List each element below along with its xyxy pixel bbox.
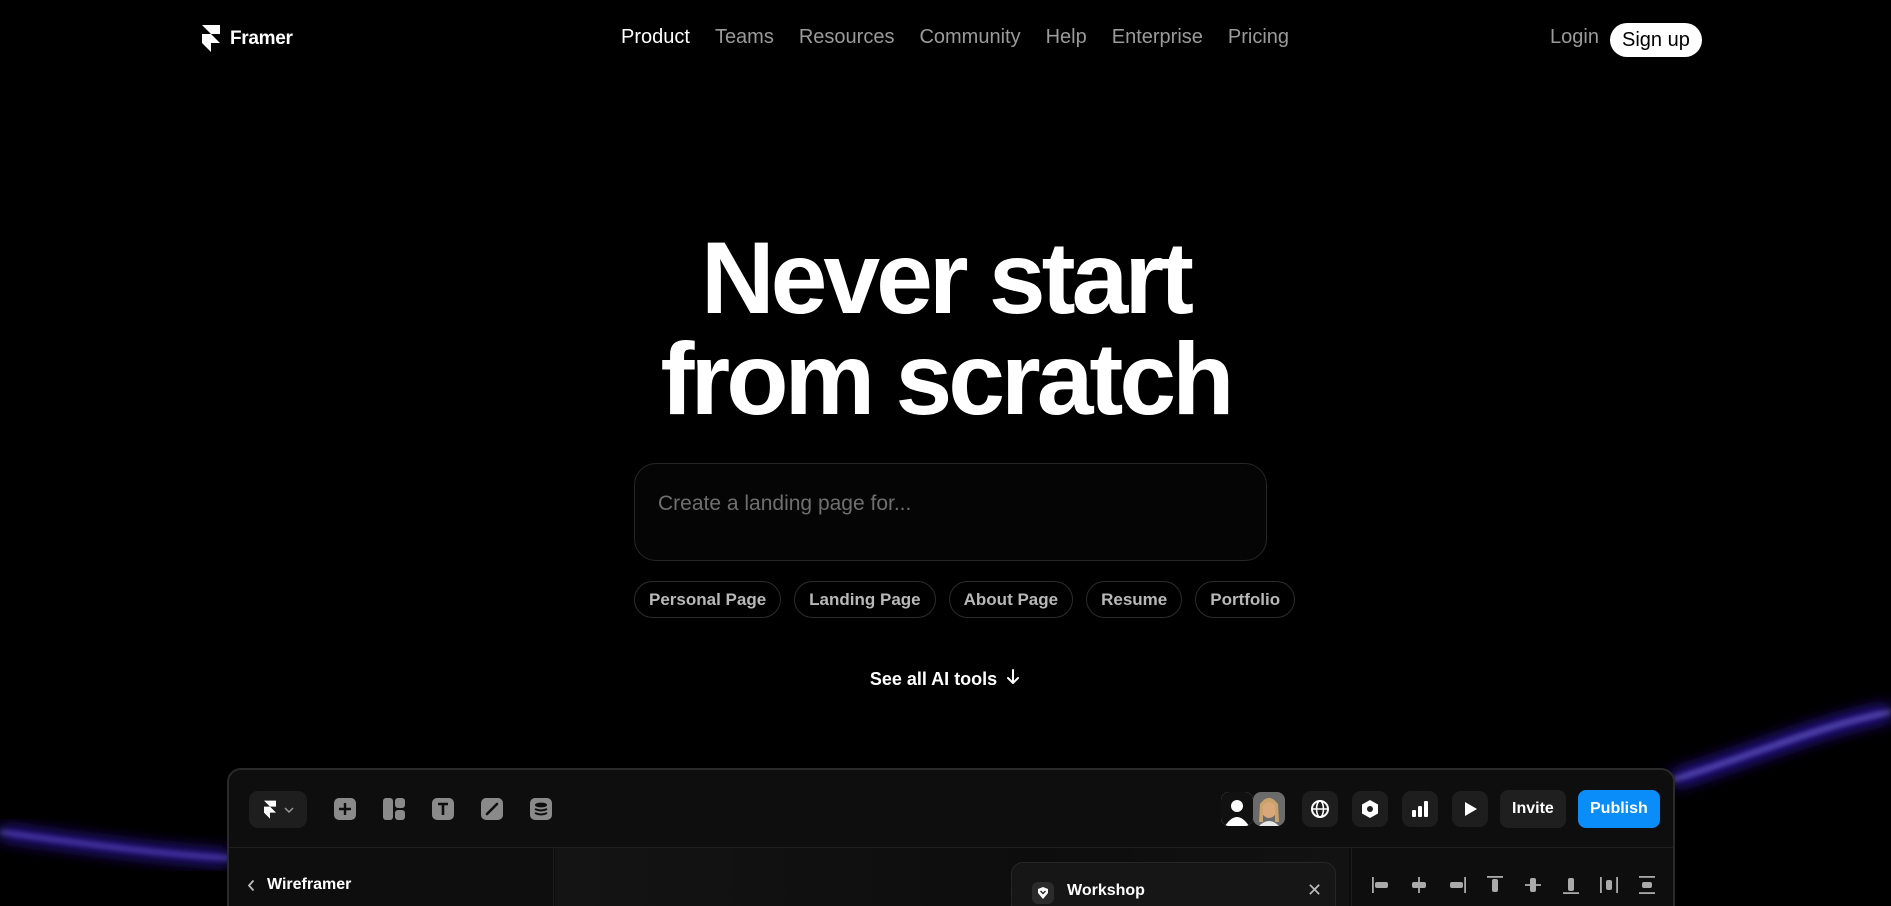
hero-title-line-2: from scratch	[660, 322, 1235, 436]
nav-link-pricing[interactable]: Pricing	[1228, 26, 1289, 49]
hero-title: Never start from scratch	[0, 227, 1891, 430]
see-all-label: See all AI tools	[869, 669, 998, 689]
ai-prompt-input[interactable]	[658, 484, 1238, 524]
align-top-icon[interactable]	[1484, 874, 1506, 896]
brand-name: Framer	[230, 28, 293, 49]
login-link[interactable]: Login	[1550, 26, 1599, 49]
publish-button[interactable]: Publish	[1578, 790, 1660, 828]
play-icon[interactable]	[1452, 791, 1488, 827]
chip-landing-page[interactable]: Landing Page	[794, 581, 936, 618]
nav-link-resources[interactable]: Resources	[799, 26, 895, 49]
nav-link-enterprise[interactable]: Enterprise	[1112, 26, 1203, 49]
settings-icon[interactable]	[1352, 791, 1388, 827]
workshop-panel: Workshop ✕	[1011, 862, 1336, 906]
workshop-title: Workshop	[1067, 882, 1145, 899]
hero-title-line-1: Never start	[701, 221, 1194, 335]
align-center-horizontal-icon[interactable]	[1408, 874, 1430, 896]
project-back-row[interactable]: Wireframer	[247, 876, 351, 894]
framer-menu-button[interactable]	[249, 791, 307, 828]
close-icon[interactable]: ✕	[1307, 880, 1322, 901]
editor-preview: Invite Publish Wireframer Workshop ✕	[227, 768, 1675, 906]
nav-link-community[interactable]: Community	[919, 26, 1020, 49]
align-center-vertical-icon[interactable]	[1522, 874, 1544, 896]
text-icon[interactable]	[431, 797, 455, 821]
properties-panel	[1351, 848, 1673, 906]
see-all-ai-tools-link[interactable]: See all AI tools	[0, 668, 1891, 691]
ai-prompt-box[interactable]	[634, 463, 1267, 561]
distribute-vertical-icon[interactable]	[1636, 874, 1658, 896]
chip-portfolio[interactable]: Portfolio	[1195, 581, 1296, 618]
nav-link-help[interactable]: Help	[1046, 26, 1087, 49]
framer-menu-icon	[264, 800, 276, 819]
analytics-icon[interactable]	[1402, 791, 1438, 827]
layers-panel: Wireframer	[229, 848, 554, 906]
insert-icon[interactable]	[333, 797, 357, 821]
nav-link-teams[interactable]: Teams	[715, 26, 774, 49]
template-chips: Personal Page Landing Page About Page Re…	[634, 581, 1296, 618]
top-nav: Framer Product Teams Resources Community…	[0, 0, 1891, 80]
layout-icon[interactable]	[382, 797, 406, 821]
chip-personal-page[interactable]: Personal Page	[634, 581, 782, 618]
avatar-user-1[interactable]	[1221, 792, 1253, 826]
project-name: Wireframer	[267, 876, 352, 893]
cms-icon[interactable]	[529, 797, 553, 821]
nav-link-product[interactable]: Product	[621, 26, 690, 49]
chip-about-page[interactable]: About Page	[948, 581, 1074, 618]
arrow-down-icon	[1005, 668, 1021, 691]
nav-links: Product Teams Resources Community Help E…	[621, 26, 1289, 49]
framer-logo[interactable]: Framer	[200, 24, 293, 54]
framer-logo-icon	[202, 25, 220, 52]
editor-toolbar: Invite Publish	[229, 770, 1673, 848]
signup-button[interactable]: Sign up	[1610, 23, 1702, 57]
align-left-icon[interactable]	[1370, 874, 1392, 896]
invite-button[interactable]: Invite	[1500, 790, 1566, 828]
align-right-icon[interactable]	[1446, 874, 1468, 896]
align-bottom-icon[interactable]	[1560, 874, 1582, 896]
workshop-icon	[1032, 882, 1054, 904]
globe-icon[interactable]	[1302, 791, 1338, 827]
vector-icon[interactable]	[480, 797, 504, 821]
chevron-left-icon	[247, 879, 255, 891]
avatar-user-2[interactable]	[1253, 792, 1285, 826]
chip-resume[interactable]: Resume	[1086, 581, 1183, 618]
distribute-horizontal-icon[interactable]	[1598, 874, 1620, 896]
chevron-down-icon	[284, 806, 294, 813]
